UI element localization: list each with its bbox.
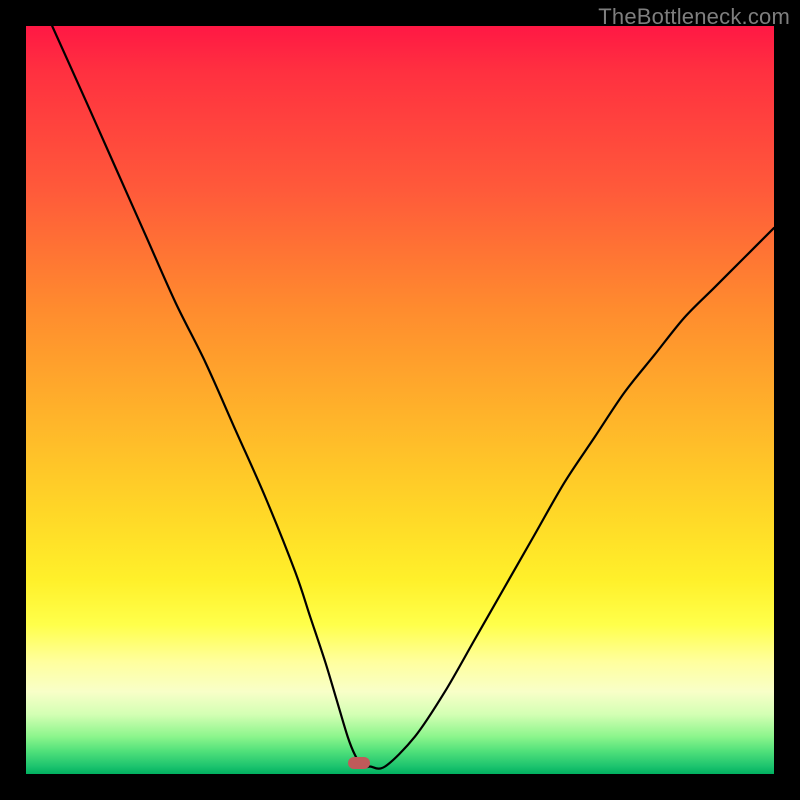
- chart-frame: TheBottleneck.com: [0, 0, 800, 800]
- optimum-marker: [348, 757, 370, 769]
- bottleneck-curve: [26, 26, 774, 774]
- plot-area: [26, 26, 774, 774]
